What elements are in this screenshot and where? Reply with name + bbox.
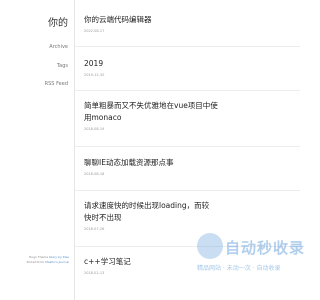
nav-tags[interactable]: Tags — [57, 63, 68, 69]
footer-ported-link[interactable]: Makito's Journal — [45, 260, 69, 264]
footer-theme-text: Hugo Theme — [28, 255, 49, 259]
post-divider — [74, 90, 300, 91]
post-title[interactable]: 请求速度快的时候出现loading，而较快时不出现 — [84, 200, 214, 224]
post-divider — [74, 190, 300, 191]
site-brand[interactable]: 你的 — [48, 14, 68, 29]
post-date: 2022-08-17 — [84, 29, 105, 33]
post-title[interactable]: 2019 — [84, 58, 294, 70]
nav-archive[interactable]: Archive — [49, 44, 68, 50]
post-divider — [74, 46, 300, 47]
sidebar: 你的 Archive Tags RSS Feed Hugo Theme Diar… — [0, 0, 75, 300]
footer-theme-link[interactable]: Diary by Rise — [49, 255, 69, 259]
post-item: 2019 2019-12-30 — [84, 58, 294, 77]
watermark-subtitle: 精品网站 · 未动一次 · 自动收录 — [197, 265, 281, 272]
post-date: 2018-08-18 — [84, 172, 105, 176]
watermark-text: 自动秒收录 — [225, 239, 306, 257]
post-title[interactable]: 你的云端代码编辑器 — [84, 14, 294, 26]
watermark: 自动秒收录 精品网站 · 未动一次 · 自动收录 — [197, 233, 304, 300]
nav-rss-feed[interactable]: RSS Feed — [45, 81, 68, 87]
watermark-logo-icon — [197, 233, 223, 259]
post-divider — [74, 146, 300, 147]
post-date: 2018-08-19 — [84, 127, 105, 131]
post-date: 2018-07-26 — [84, 227, 105, 231]
post-title[interactable]: 简单粗暴而又不失优雅地在vue项目中使用monaco — [84, 100, 224, 124]
post-item: 聊聊IE动态加载资源那点事 2018-08-18 — [84, 157, 294, 176]
post-item: 你的云端代码编辑器 2022-08-17 — [84, 14, 294, 33]
post-item: 简单粗暴而又不失优雅地在vue项目中使用monaco 2018-08-19 — [84, 100, 224, 131]
post-date: 2019-12-30 — [84, 73, 105, 77]
footer-ported-text: Ported from — [26, 260, 45, 264]
sidebar-footer: Hugo Theme Diary by Rise Ported from Mak… — [9, 255, 69, 265]
post-title[interactable]: 聊聊IE动态加载资源那点事 — [84, 157, 294, 169]
post-item: 请求速度快的时候出现loading，而较快时不出现 2018-07-26 — [84, 200, 214, 231]
